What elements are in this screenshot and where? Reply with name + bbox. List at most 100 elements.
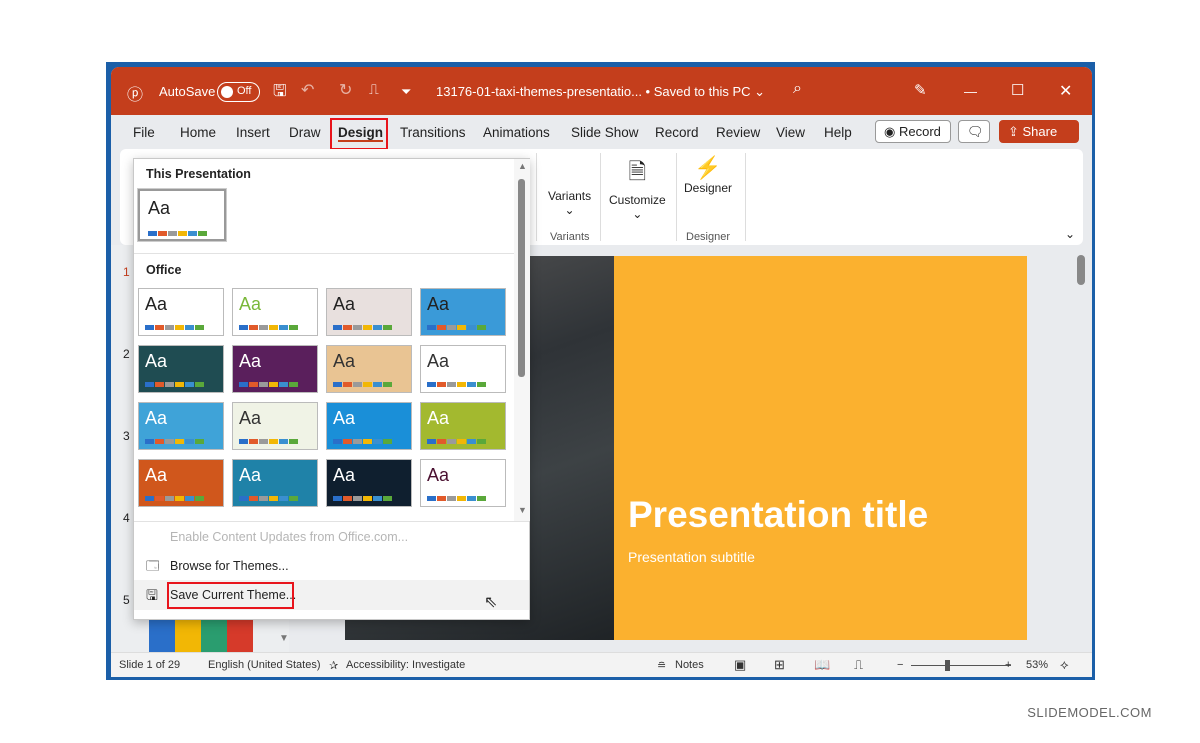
theme-thumbnail[interactable]: Aa	[232, 288, 318, 336]
record-label: Record	[898, 124, 941, 139]
theme-color-swatches	[427, 439, 486, 444]
comments-button[interactable]: 🗨	[958, 120, 990, 143]
language[interactable]: English (United States)	[208, 659, 321, 671]
tab-slide-show[interactable]: Slide Show	[571, 125, 639, 140]
customize-button[interactable]: 🗎 Customize ⌄	[609, 155, 666, 221]
slide-5-thumbnail[interactable]	[149, 617, 253, 652]
theme-thumbnail[interactable]: Aa	[138, 402, 224, 450]
browse-for-themes-item[interactable]: 🗔 Browse for Themes...	[134, 551, 529, 581]
theme-thumbnail[interactable]: Aa	[142, 193, 224, 239]
scroll-up-icon[interactable]: ▲	[518, 161, 527, 171]
zoom-in-icon[interactable]: +	[1005, 659, 1011, 671]
theme-color-swatches	[145, 382, 204, 387]
notes-icon: ≘	[657, 660, 667, 672]
notes-button[interactable]: Notes	[675, 659, 704, 671]
tab-file[interactable]: File	[133, 125, 155, 140]
search-icon[interactable]: ⌕	[793, 80, 802, 98]
gallery-scrollbar[interactable]: ▲ ▼	[514, 159, 530, 521]
theme-thumbnail[interactable]: Aa	[420, 345, 506, 393]
theme-sample-text: Aa	[145, 465, 168, 485]
theme-color-swatches	[148, 231, 207, 236]
powerpoint-logo-icon: ⓟ	[127, 87, 144, 104]
theme-thumbnail[interactable]: Aa	[138, 345, 224, 393]
theme-thumbnail[interactable]: Aa	[232, 402, 318, 450]
section-this-presentation: This Presentation	[146, 167, 251, 181]
theme-color-swatches	[239, 325, 298, 330]
tab-view[interactable]: View	[776, 125, 805, 140]
zoom-level[interactable]: 53%	[1026, 659, 1048, 671]
slide-number: 2	[123, 347, 130, 361]
slide-number: 1	[123, 265, 130, 279]
slide-title[interactable]: Presentation title	[628, 494, 928, 536]
designer-pen-icon[interactable]: ✎	[914, 81, 927, 99]
theme-sample-text: Aa	[239, 351, 262, 371]
theme-thumbnail[interactable]: Aa	[232, 345, 318, 393]
accessibility-status[interactable]: Accessibility: Investigate	[346, 659, 465, 671]
theme-sample-text: Aa	[427, 408, 450, 428]
theme-thumbnail[interactable]: Aa	[326, 345, 412, 393]
tab-record[interactable]: Record	[655, 125, 699, 140]
theme-thumbnail[interactable]: Aa	[138, 288, 224, 336]
scroll-down-icon[interactable]: ▼	[279, 633, 289, 644]
autosave-label: AutoSave	[159, 84, 216, 99]
zoom-slider-thumb[interactable]	[945, 660, 951, 671]
slide-subtitle[interactable]: Presentation subtitle	[628, 549, 755, 565]
tab-draw[interactable]: Draw	[289, 125, 321, 140]
tab-transitions[interactable]: Transitions	[400, 125, 466, 140]
theme-color-swatches	[239, 382, 298, 387]
zoom-out-icon[interactable]: −	[897, 659, 903, 671]
theme-sample-text: Aa	[333, 465, 356, 485]
save-icon[interactable]: 🖫	[273, 80, 287, 107]
designer-label: Designer	[684, 181, 733, 195]
zoom-slider[interactable]	[911, 665, 1011, 666]
undo-icon[interactable]: ↶	[301, 80, 314, 100]
scroll-down-icon[interactable]: ▼	[518, 505, 527, 515]
redo-icon[interactable]: ↻	[339, 80, 352, 100]
theme-color-swatches	[427, 325, 486, 330]
tab-home[interactable]: Home	[180, 125, 216, 140]
slide-show-icon[interactable]: ⎍	[854, 657, 863, 673]
autosave-toggle[interactable]: Off	[217, 82, 260, 102]
theme-color-swatches	[427, 496, 486, 501]
theme-thumbnail[interactable]: Aa	[326, 459, 412, 507]
maximize-icon[interactable]: ☐	[1011, 81, 1024, 99]
theme-thumbnail[interactable]: Aa	[420, 288, 506, 336]
theme-thumbnail[interactable]: Aa	[232, 459, 318, 507]
scrollbar-thumb[interactable]	[518, 179, 525, 377]
theme-current[interactable]: Aa	[137, 188, 227, 242]
theme-thumbnail[interactable]: Aa	[138, 459, 224, 507]
save-theme-icon: 🖫	[146, 587, 158, 603]
reading-view-icon[interactable]: 📖	[814, 657, 830, 673]
slide-number: 3	[123, 429, 130, 443]
close-icon[interactable]: ✕	[1059, 81, 1072, 101]
theme-sample-text: Aa	[239, 408, 262, 428]
tab-help[interactable]: Help	[824, 125, 852, 140]
present-icon[interactable]: ⎍	[369, 81, 379, 98]
customize-label: Customize	[609, 193, 666, 207]
theme-color-swatches	[333, 382, 392, 387]
customize-toolbar-icon[interactable]: ⏷	[401, 84, 411, 100]
fit-to-window-icon[interactable]: ⟡	[1060, 657, 1069, 673]
share-button[interactable]: ⇪ Share ⌄	[999, 120, 1079, 155]
minimize-icon[interactable]: —	[964, 84, 977, 99]
browse-label: Browse for Themes...	[170, 559, 289, 573]
slide-number: 5	[123, 593, 130, 607]
slide-sorter-icon[interactable]: ⊞	[774, 657, 785, 673]
file-name[interactable]: 13176-01-taxi-themes-presentatio... • Sa…	[436, 84, 765, 100]
theme-thumbnail[interactable]: Aa	[326, 288, 412, 336]
tab-insert[interactable]: Insert	[236, 125, 270, 140]
variants-label: Variants	[548, 189, 592, 203]
theme-color-swatches	[145, 439, 204, 444]
tab-animations[interactable]: Animations	[483, 125, 550, 140]
theme-color-swatches	[333, 496, 392, 501]
theme-thumbnail[interactable]: Aa	[420, 459, 506, 507]
record-button[interactable]: ◉ Record	[875, 120, 951, 143]
designer-button[interactable]: ⚡ Designer	[684, 155, 732, 195]
theme-thumbnail[interactable]: Aa	[326, 402, 412, 450]
expand-ribbon-icon[interactable]: ⌄	[1065, 227, 1075, 241]
theme-thumbnail[interactable]: Aa	[420, 402, 506, 450]
variants-button[interactable]: Variants ⌄	[548, 189, 591, 217]
vertical-scrollbar[interactable]	[1077, 255, 1085, 285]
tab-review[interactable]: Review	[716, 125, 760, 140]
normal-view-icon[interactable]: ▣	[734, 657, 746, 673]
